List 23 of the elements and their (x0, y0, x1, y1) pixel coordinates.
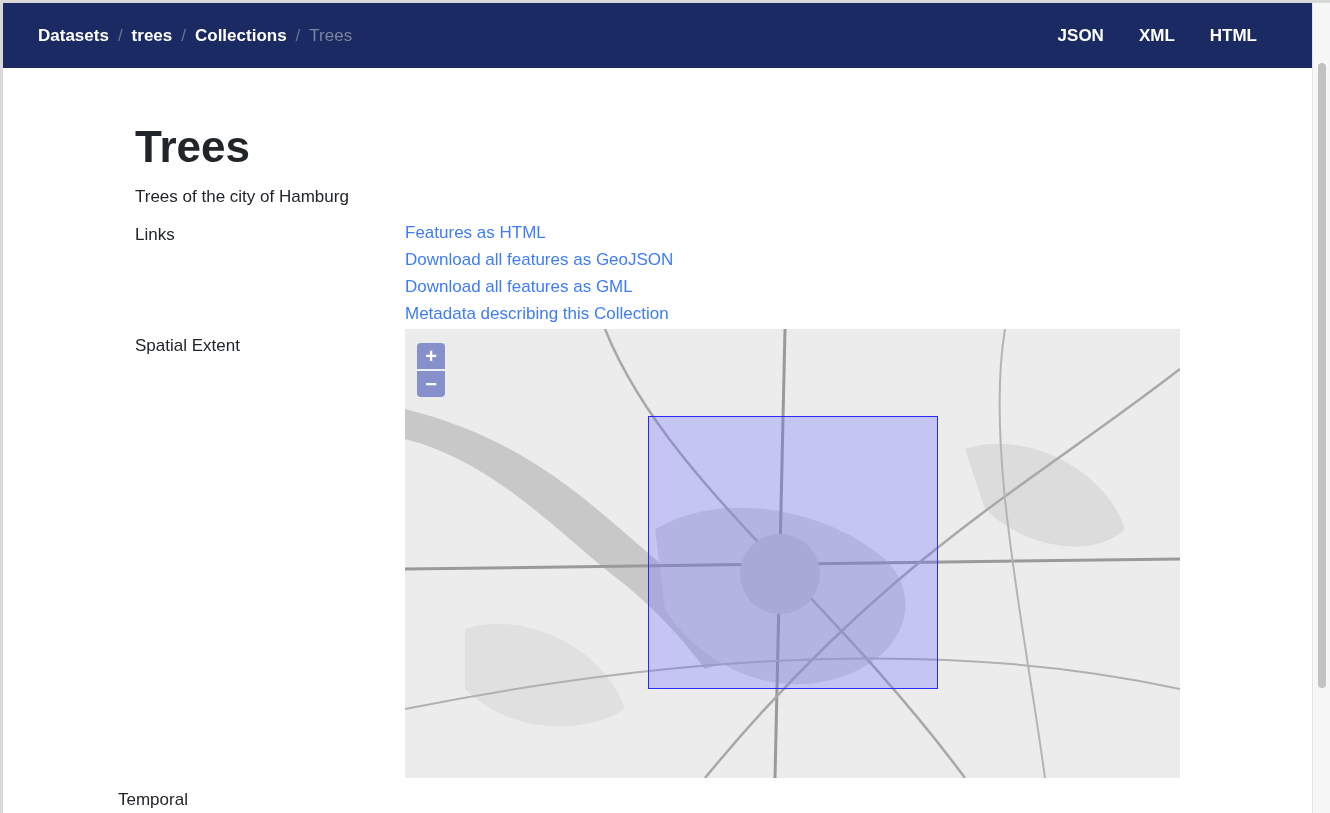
scrollbar[interactable] (1312, 3, 1330, 813)
format-link[interactable]: JSON (1057, 22, 1104, 49)
links-label: Links (135, 223, 176, 246)
breadcrumb-link[interactable]: Datasets (38, 22, 109, 49)
zoom-in-button[interactable]: + (417, 342, 445, 369)
breadcrumb-link[interactable]: trees (131, 22, 173, 49)
map-view[interactable]: + − (405, 328, 1180, 778)
page-title: Trees (135, 123, 251, 172)
breadcrumb-separator: / (117, 24, 123, 47)
format-link[interactable]: HTML (1209, 22, 1257, 49)
collection-link[interactable]: Download all features as GeoJSON (405, 248, 674, 271)
spatial-extent-label: Spatial Extent (135, 334, 241, 357)
collection-link[interactable]: Features as HTML (405, 221, 674, 244)
format-link[interactable]: XML (1138, 22, 1175, 49)
collection-link[interactable]: Download all features as GML (405, 275, 674, 298)
temporal-label: Temporal (118, 790, 188, 810)
zoom-out-button[interactable]: − (417, 370, 445, 397)
collection-link[interactable]: Metadata describing this Collection (405, 302, 674, 325)
breadcrumb-separator: / (181, 24, 186, 47)
breadcrumb-separator: / (295, 24, 301, 47)
breadcrumb-link[interactable]: Collections (195, 22, 287, 49)
breadcrumb-current: Trees (309, 24, 353, 47)
collection-description: Trees of the city of Hamburg (135, 186, 350, 209)
